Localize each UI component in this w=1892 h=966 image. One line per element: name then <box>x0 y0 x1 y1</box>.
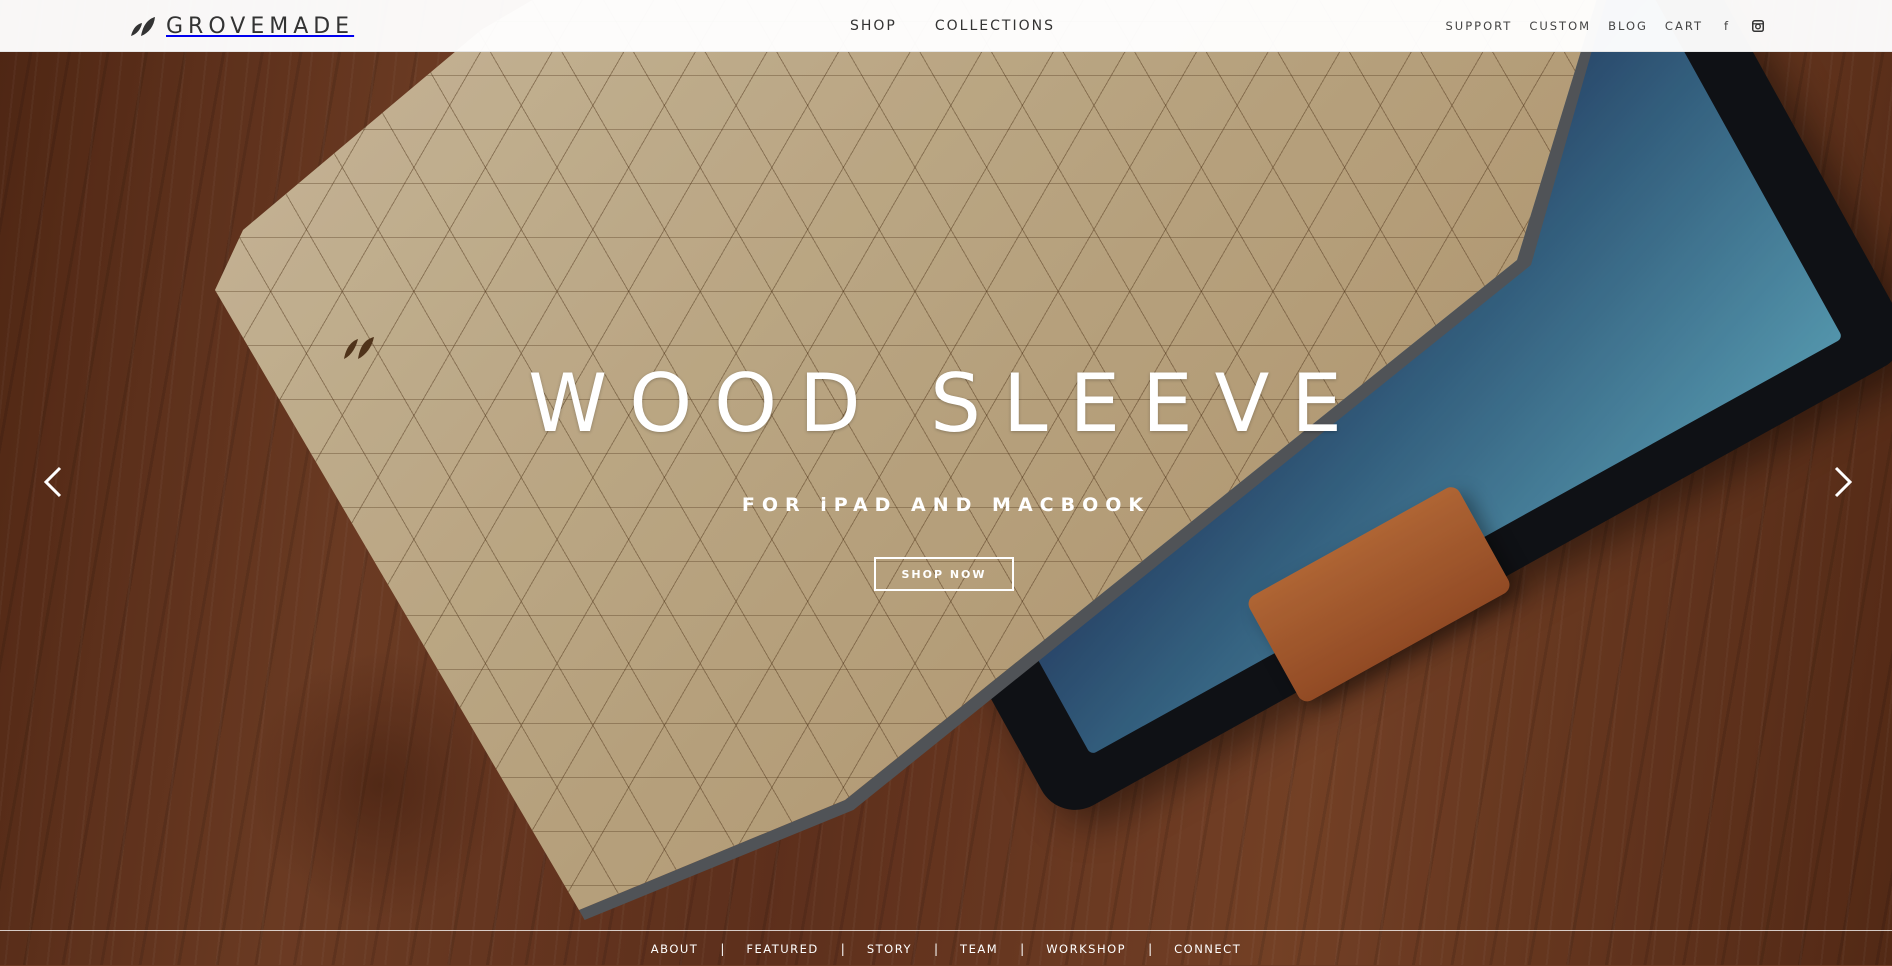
footer-separator: | <box>840 941 845 956</box>
facebook-icon[interactable]: f <box>1720 19 1734 33</box>
nav-blog-link[interactable]: BLOG <box>1608 19 1648 33</box>
hero-background <box>0 0 1892 965</box>
top-navbar: GROVEMADE SHOP COLLECTIONS SUPPORT CUSTO… <box>0 0 1892 52</box>
utility-nav: SUPPORT CUSTOM BLOG CART f <box>1445 0 1765 51</box>
carousel-next-button[interactable] <box>1823 462 1863 502</box>
nav-collections-link[interactable]: COLLECTIONS <box>935 18 1055 34</box>
main-nav: SHOP COLLECTIONS <box>850 0 1055 51</box>
brand-logo-link[interactable]: GROVEMADE <box>130 12 354 40</box>
nav-custom-link[interactable]: CUSTOM <box>1529 19 1591 33</box>
carousel-prev-button[interactable] <box>33 462 73 502</box>
hero-subtitle: FOR iPAD AND MACBOOK <box>741 494 1151 516</box>
instagram-icon[interactable] <box>1751 19 1765 33</box>
chevron-right-icon <box>1834 466 1853 498</box>
nav-support-link[interactable]: SUPPORT <box>1445 19 1512 33</box>
footer-separator: | <box>720 941 725 956</box>
footer-story-link[interactable]: STORY <box>867 942 912 956</box>
chevron-left-icon <box>43 466 62 498</box>
footer-separator: | <box>934 941 939 956</box>
instagram-glyph-icon <box>1752 19 1764 32</box>
brand-name: GROVEMADE <box>166 13 355 39</box>
leaf-logo-icon <box>131 17 155 36</box>
footer-connect-link[interactable]: CONNECT <box>1174 942 1241 956</box>
nav-cart-link[interactable]: CART <box>1665 19 1703 33</box>
footer-separator: | <box>1148 941 1153 956</box>
bottom-nav: ABOUT | FEATURED | STORY | TEAM | WORKSH… <box>0 930 1892 966</box>
hero-overlay <box>0 0 1892 965</box>
footer-separator: | <box>1020 941 1025 956</box>
shop-now-button[interactable]: SHOP NOW <box>874 557 1014 591</box>
hero-title: WOOD SLEEVE <box>528 357 1364 450</box>
nav-shop-link[interactable]: SHOP <box>850 18 897 34</box>
footer-team-link[interactable]: TEAM <box>960 942 998 956</box>
footer-workshop-link[interactable]: WORKSHOP <box>1046 942 1126 956</box>
footer-featured-link[interactable]: FEATURED <box>746 942 818 956</box>
footer-about-link[interactable]: ABOUT <box>651 942 699 956</box>
